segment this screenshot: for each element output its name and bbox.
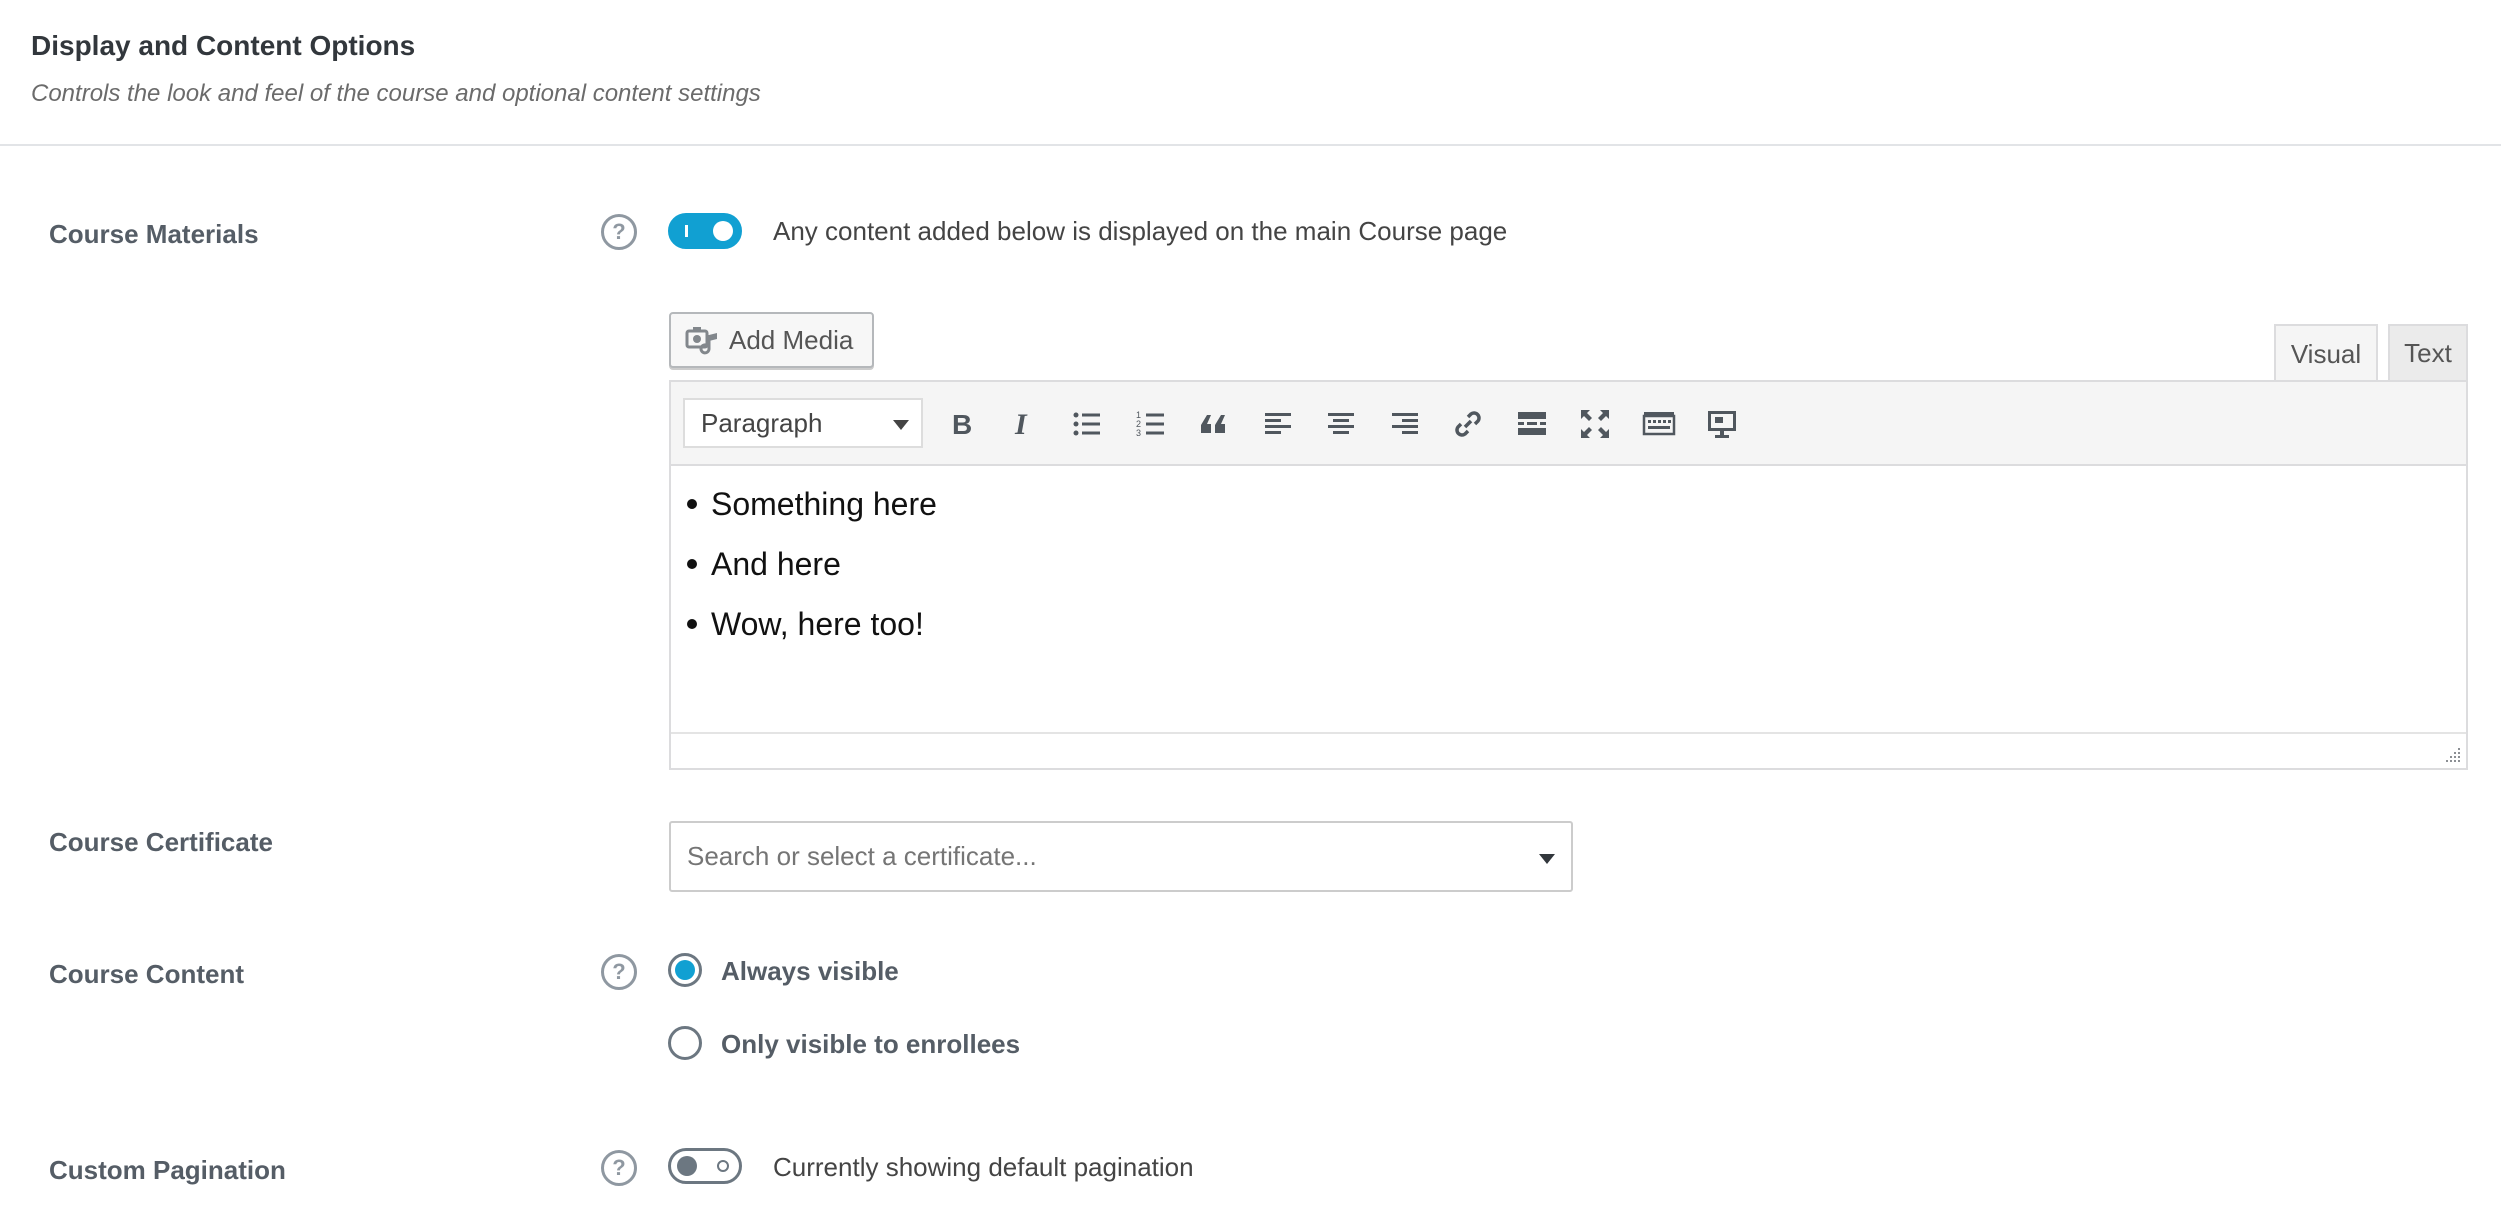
editor-toolbar: Paragraph B I 1 2 3	[671, 382, 2466, 466]
add-media-button[interactable]: Add Media	[669, 312, 874, 368]
bullet-icon	[687, 619, 697, 629]
course-certificate-label: Course Certificate	[49, 827, 273, 857]
numbered-list-icon[interactable]: 1 2 3	[1131, 404, 1171, 444]
resize-handle-icon[interactable]	[2444, 746, 2462, 764]
list-item-text: Something here	[711, 486, 937, 522]
bold-icon[interactable]: B	[941, 404, 981, 444]
add-media-label: Add Media	[729, 324, 854, 355]
svg-text:I: I	[1014, 408, 1028, 441]
link-icon[interactable]	[1448, 404, 1488, 444]
chevron-down-icon	[893, 420, 909, 430]
course-materials-toggle[interactable]	[668, 213, 742, 249]
editor-content-area[interactable]: Something here And here Wow, here too!	[671, 466, 2466, 730]
format-select[interactable]: Paragraph	[683, 398, 923, 448]
blockquote-icon[interactable]	[1194, 404, 1234, 444]
editor-statusbar	[671, 732, 2466, 768]
chevron-down-icon	[1539, 854, 1555, 864]
radio-always-visible[interactable]	[668, 953, 702, 987]
course-materials-label: Course Materials	[49, 219, 259, 249]
svg-text:3: 3	[1136, 428, 1141, 438]
bulleted-list-icon[interactable]	[1067, 404, 1107, 444]
list-item-text: And here	[711, 546, 841, 582]
custom-pagination-toggle-text: Currently showing default pagination	[773, 1152, 1194, 1182]
radio-label-only-enrollees[interactable]: Only visible to enrollees	[721, 1029, 1020, 1060]
toggle-knob	[677, 1156, 697, 1176]
list-item: Wow, here too!	[687, 594, 2466, 654]
add-media-icon	[685, 327, 717, 355]
list-item-text: Wow, here too!	[711, 606, 924, 642]
preview-icon[interactable]	[1702, 404, 1742, 444]
custom-pagination-label: Custom Pagination	[49, 1155, 286, 1185]
italic-icon[interactable]: I	[1004, 404, 1044, 444]
section-title: Display and Content Options	[31, 30, 416, 61]
align-left-icon[interactable]	[1258, 404, 1298, 444]
toolbar-toggle-icon[interactable]	[1639, 404, 1679, 444]
section-description: Controls the look and feel of the course…	[31, 80, 761, 107]
align-right-icon[interactable]	[1385, 404, 1425, 444]
certificate-select-placeholder: Search or select a certificate...	[687, 841, 1037, 871]
toggle-knob	[713, 221, 733, 241]
tab-text[interactable]: Text	[2388, 324, 2468, 382]
certificate-select[interactable]: Search or select a certificate...	[669, 821, 1573, 892]
list-item: And here	[687, 534, 2466, 594]
section-header: Display and Content Options Controls the…	[0, 0, 2501, 146]
svg-text:B: B	[952, 409, 972, 440]
align-center-icon[interactable]	[1321, 404, 1361, 444]
radio-only-enrollees[interactable]	[668, 1026, 702, 1060]
tab-visual[interactable]: Visual	[2274, 324, 2378, 382]
content-bullet-list: Something here And here Wow, here too!	[687, 474, 2466, 654]
course-materials-toggle-text: Any content added below is displayed on …	[773, 216, 1508, 246]
radio-label-always-visible[interactable]: Always visible	[721, 956, 899, 987]
toggle-on-mark-icon	[685, 225, 688, 237]
custom-pagination-toggle[interactable]	[668, 1148, 742, 1184]
bullet-icon	[687, 499, 697, 509]
custom-pagination-help-icon[interactable]: ?	[601, 1150, 637, 1186]
read-more-icon[interactable]	[1512, 404, 1552, 444]
content-editor: Paragraph B I 1 2 3 Something here And h…	[669, 380, 2468, 770]
course-materials-help-icon[interactable]: ?	[601, 214, 637, 250]
bullet-icon	[687, 559, 697, 569]
radio-selected-dot	[675, 960, 695, 980]
fullscreen-icon[interactable]	[1575, 404, 1615, 444]
list-item: Something here	[687, 474, 2466, 534]
format-select-value: Paragraph	[701, 407, 823, 438]
course-content-help-icon[interactable]: ?	[601, 954, 637, 990]
course-content-label: Course Content	[49, 959, 244, 989]
toggle-off-mark-icon	[717, 1160, 729, 1172]
